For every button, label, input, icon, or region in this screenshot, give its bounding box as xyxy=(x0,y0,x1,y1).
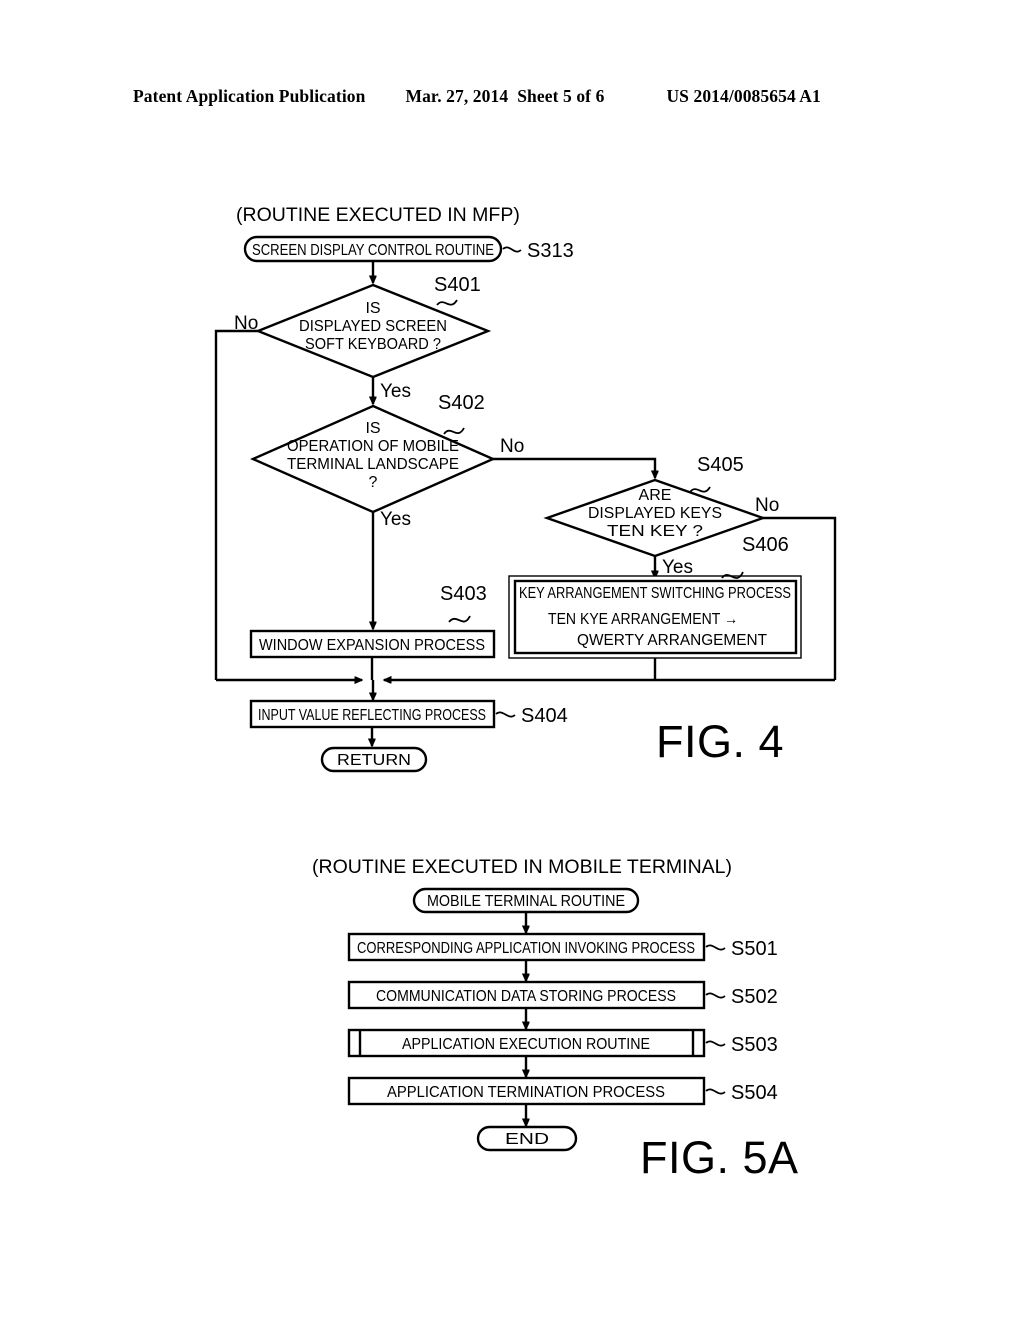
leader-s501 xyxy=(705,944,726,951)
process-s501-label: CORRESPONDING APPLICATION INVOKING PROCE… xyxy=(357,940,695,957)
figure-5a: (ROUTINE EXECUTED IN MOBILE TERMINAL) MO… xyxy=(0,0,1024,1320)
leader-s503 xyxy=(705,1040,726,1047)
leader-s502 xyxy=(705,992,726,999)
step-ref-s502: S502 xyxy=(731,986,778,1008)
figure-5a-caption: (ROUTINE EXECUTED IN MOBILE TERMINAL) xyxy=(312,856,732,878)
leader-s504 xyxy=(705,1088,726,1095)
patent-drawing-page: Patent Application Publication Mar. 27, … xyxy=(0,0,1024,1320)
step-ref-s504: S504 xyxy=(731,1082,778,1104)
step-ref-s503: S503 xyxy=(731,1034,778,1056)
figure-5a-label: FIG. 5A xyxy=(640,1132,799,1183)
process-s502-label: COMMUNICATION DATA STORING PROCESS xyxy=(376,988,676,1005)
figure-5a-start-label: MOBILE TERMINAL ROUTINE xyxy=(427,893,625,910)
figure-5a-end-label: END xyxy=(505,1131,549,1148)
predefined-process-s503-label: APPLICATION EXECUTION ROUTINE xyxy=(402,1036,650,1053)
process-s504-label: APPLICATION TERMINATION PROCESS xyxy=(387,1084,665,1101)
step-ref-s501: S501 xyxy=(731,938,778,960)
